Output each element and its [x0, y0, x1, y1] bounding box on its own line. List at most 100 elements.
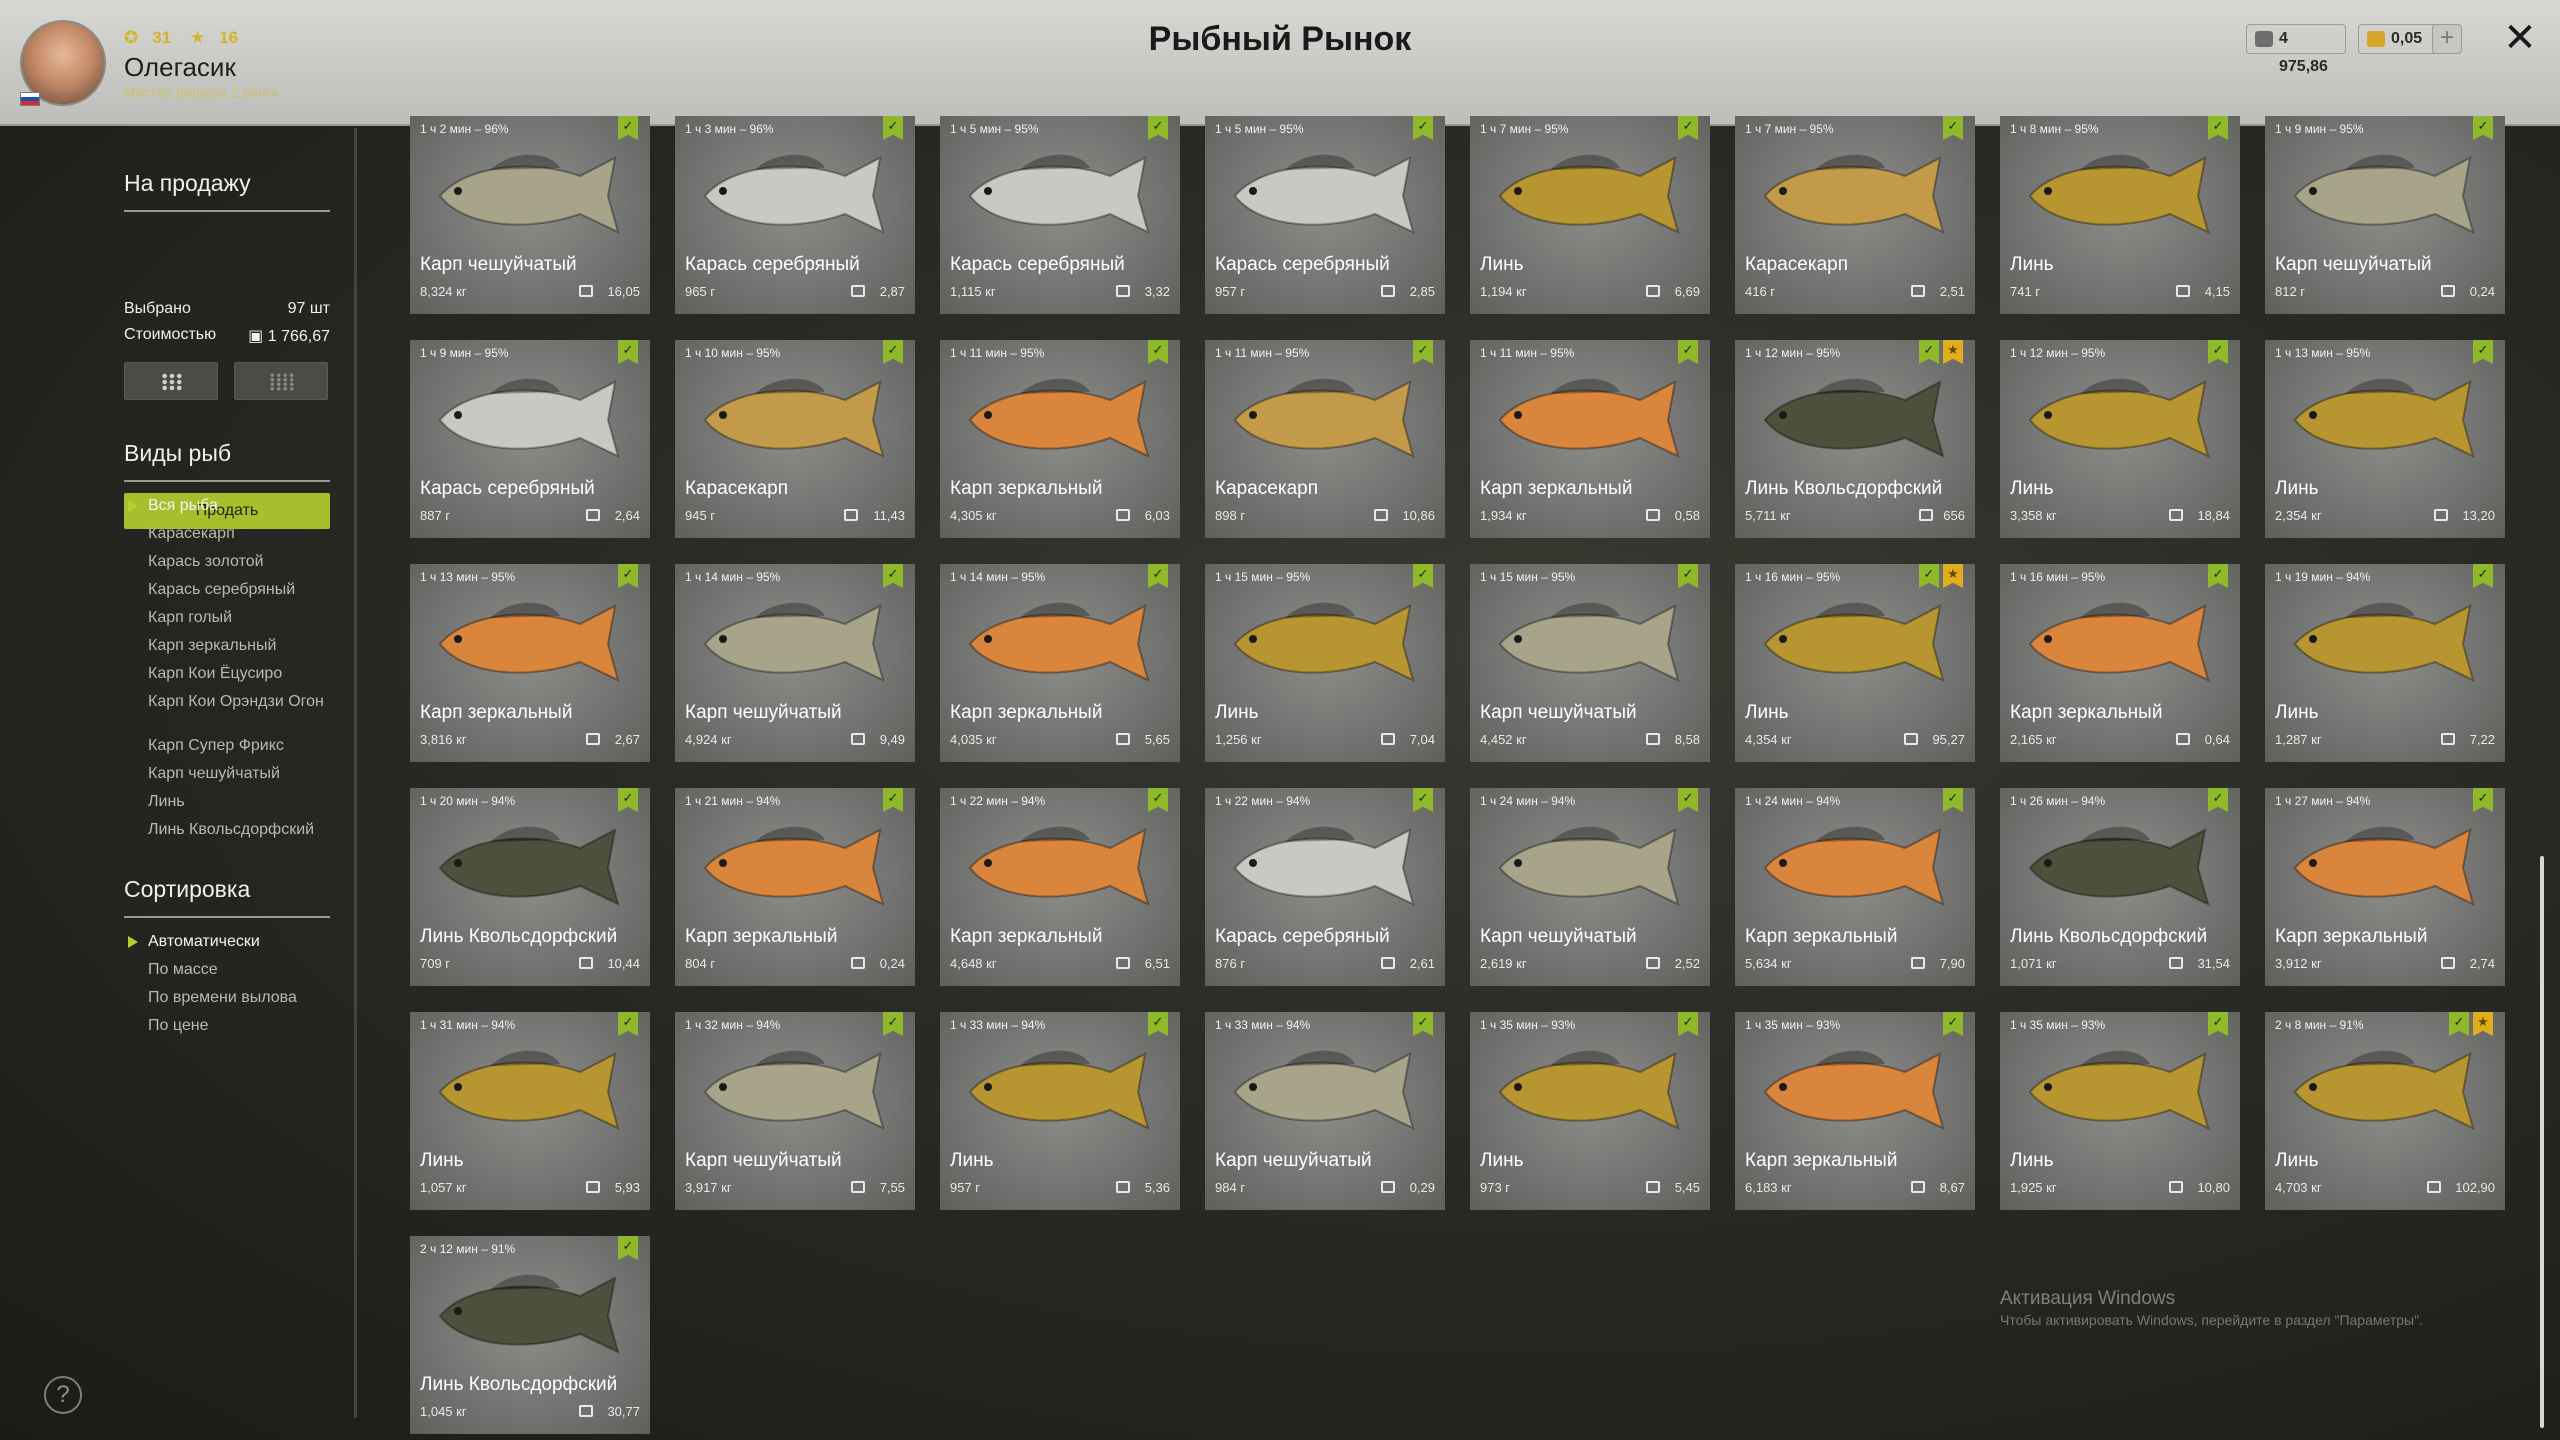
species-filter-item[interactable]: Карп Кои Ёцусиро [124, 660, 354, 688]
fish-card[interactable]: 1 ч 10 мин – 95% Карасекарп 945 г 11,43 ✓ [675, 340, 915, 538]
fish-card[interactable]: 1 ч 22 мин – 94% Карп зеркальный 4,648 кг 6… [940, 788, 1180, 986]
sidebar-scrollbar[interactable] [354, 128, 357, 1418]
fish-image [1498, 826, 1680, 906]
sort-option-item[interactable]: По массе [124, 956, 354, 984]
fish-card[interactable]: 1 ч 12 мин – 95% Линь 3,358 кг 18,84 ✓ [2000, 340, 2240, 538]
fish-card[interactable]: 1 ч 5 мин – 95% Карась серебряный 957 г 2,8… [1205, 116, 1445, 314]
sort-option-item[interactable]: По времени вылова [124, 984, 354, 1012]
fish-card[interactable]: 1 ч 11 мин – 95% Карасекарп 898 г 10,86 ✓ [1205, 340, 1445, 538]
fish-card[interactable]: 1 ч 13 мин – 95% Линь 2,354 кг 13,20 ✓ [2265, 340, 2505, 538]
close-button[interactable]: ✕ [2500, 18, 2540, 58]
fish-card[interactable]: 1 ч 33 мин – 94% Линь 957 г 5,36 ✓ [940, 1012, 1180, 1210]
fish-card[interactable]: 1 ч 33 мин – 94% Карп чешуйчатый 984 г 0,29… [1205, 1012, 1445, 1210]
fish-card[interactable]: 1 ч 3 мин – 96% Карась серебряный 965 г 2,8… [675, 116, 915, 314]
windows-activation-text: Чтобы активировать Windows, перейдите в … [2000, 1312, 2423, 1328]
fish-image [703, 378, 885, 458]
species-filter-item[interactable]: Вся рыба [124, 492, 354, 520]
fish-card[interactable]: 1 ч 22 мин – 94% Карась серебряный 876 г 2,… [1205, 788, 1445, 986]
fish-card[interactable]: 1 ч 24 мин – 94% Карп зеркальный 5,634 кг 7… [1735, 788, 1975, 986]
fish-card[interactable]: 1 ч 20 мин – 94% Линь Квольсдорфский 709 г… [410, 788, 650, 986]
fish-card[interactable]: 1 ч 21 мин – 94% Карп зеркальный 804 г 0,24… [675, 788, 915, 986]
species-filter-item[interactable]: Карась серебряный [124, 576, 354, 604]
species-filter-item[interactable]: Карп зеркальный [124, 632, 354, 660]
fish-card[interactable]: 2 ч 12 мин – 91% Линь Квольсдорфский 1,045… [410, 1236, 650, 1434]
species-filter-item[interactable]: Карп чешуйчатый [124, 760, 354, 788]
fish-card[interactable]: 1 ч 32 мин – 94% Карп чешуйчатый 3,917 кг 7… [675, 1012, 915, 1210]
species-filter-item[interactable]: Карасекарп [124, 520, 354, 548]
fish-card[interactable]: 1 ч 35 мин – 93% Карп зеркальный 6,183 кг 8… [1735, 1012, 1975, 1210]
catch-time: 1 ч 35 мин – 93% [1480, 1018, 1576, 1032]
fish-card[interactable]: 1 ч 7 мин – 95% Карасекарп 416 г 2,51 ✓ [1735, 116, 1975, 314]
catch-time: 1 ч 7 мин – 95% [1745, 122, 1834, 136]
fish-card[interactable]: 1 ч 35 мин – 93% Линь 1,925 кг 10,80 ✓ [2000, 1012, 2240, 1210]
fish-card[interactable]: 1 ч 12 мин – 95% Линь Квольсдорфский 5,711… [1735, 340, 1975, 538]
fish-card[interactable]: 1 ч 27 мин – 94% Карп зеркальный 3,912 кг 2… [2265, 788, 2505, 986]
fish-image [1498, 1050, 1680, 1130]
large-grid-icon [161, 373, 183, 391]
fish-card[interactable]: 1 ч 7 мин – 95% Линь 1,194 кг 6,69 ✓ [1470, 116, 1710, 314]
fish-card[interactable]: 1 ч 14 мин – 95% Карп зеркальный 4,035 кг 5… [940, 564, 1180, 762]
fish-card[interactable]: 1 ч 35 мин – 93% Линь 973 г 5,45 ✓ [1470, 1012, 1710, 1210]
fish-card[interactable]: 1 ч 11 мин – 95% Карп зеркальный 1,934 кг 0… [1470, 340, 1710, 538]
species-filter-item[interactable]: Карп Супер Фрикс [124, 732, 354, 760]
silver-balance: 4 975,86 [2246, 24, 2346, 75]
fish-card[interactable]: 1 ч 14 мин – 95% Карп чешуйчатый 4,924 кг 9… [675, 564, 915, 762]
divider [124, 916, 330, 918]
species-filter-item[interactable]: Карп голый [124, 604, 354, 632]
fish-price: 3,32 [1144, 284, 1170, 299]
catch-time: 1 ч 12 мин – 95% [2010, 346, 2106, 360]
fish-card[interactable]: 1 ч 8 мин – 95% Линь 741 г 4,15 ✓ [2000, 116, 2240, 314]
scrollbar-thumb[interactable] [2540, 856, 2544, 1428]
fish-image [438, 826, 620, 906]
silver-coin-icon [1116, 509, 1130, 521]
catch-time: 1 ч 10 мин – 95% [685, 346, 781, 360]
large-grid-view-button[interactable] [124, 362, 218, 400]
fish-card[interactable]: 1 ч 15 мин – 95% Линь 1,256 кг 7,04 ✓ [1205, 564, 1445, 762]
fish-weight: 898 г [1215, 508, 1246, 523]
fish-card[interactable]: 1 ч 9 мин – 95% Карп чешуйчатый 812 г 0,24 ✓ [2265, 116, 2505, 314]
sort-option-item[interactable]: Автоматически [124, 928, 354, 956]
fish-image [1763, 602, 1945, 682]
catch-time: 1 ч 35 мин – 93% [1745, 1018, 1841, 1032]
fish-image [2028, 378, 2210, 458]
fish-card[interactable]: 1 ч 13 мин – 95% Карп зеркальный 3,816 кг 2… [410, 564, 650, 762]
fish-price: 6,69 [1674, 284, 1700, 299]
help-button[interactable]: ? [44, 1376, 82, 1414]
fish-price: 10,44 [607, 956, 640, 971]
fish-weight: 3,358 кг [2010, 508, 2057, 523]
fish-image [968, 602, 1150, 682]
fish-price: 102,90 [2455, 1180, 2495, 1195]
fish-weight: 3,816 кг [420, 732, 467, 747]
fish-weight: 4,924 кг [685, 732, 732, 747]
fish-card[interactable]: 1 ч 15 мин – 95% Карп чешуйчатый 4,452 кг 8… [1470, 564, 1710, 762]
species-filter-item[interactable]: Линь Квольсдорфский [124, 816, 354, 860]
main-scrollbar[interactable] [2540, 128, 2544, 1428]
add-currency-button[interactable]: + [2432, 24, 2462, 54]
fish-card[interactable]: 2 ч 8 мин – 91% Линь 4,703 кг 102,90 ✓ ★ [2265, 1012, 2505, 1210]
species-filter-item[interactable]: Карп Кои Орэндзи Огон [124, 688, 354, 732]
silver-coin-icon [1919, 509, 1933, 521]
silver-coin-icon [1911, 285, 1925, 297]
fish-card[interactable]: 1 ч 5 мин – 95% Карась серебряный 1,115 кг… [940, 116, 1180, 314]
fish-price: 31,54 [2197, 956, 2230, 971]
fish-weight: 5,634 кг [1745, 956, 1792, 971]
species-filter-item[interactable]: Линь [124, 788, 354, 816]
catch-time: 1 ч 26 мин – 94% [2010, 794, 2106, 808]
fish-card[interactable]: 1 ч 2 мин – 96% Карп чешуйчатый 8,324 кг 16… [410, 116, 650, 314]
fish-card[interactable]: 1 ч 11 мин – 95% Карп зеркальный 4,305 кг 6… [940, 340, 1180, 538]
fish-price: 5,36 [1144, 1180, 1170, 1195]
fish-card[interactable]: 1 ч 16 мин – 95% Линь 4,354 кг 95,27 ✓ ★ [1735, 564, 1975, 762]
fish-image [2293, 826, 2475, 906]
fish-card[interactable]: 1 ч 9 мин – 95% Карась серебряный 887 г 2,6… [410, 340, 650, 538]
species-filter-item[interactable]: Карась золотой [124, 548, 354, 576]
silver-coin-icon [2255, 31, 2273, 47]
sort-option-item[interactable]: По цене [124, 1012, 354, 1040]
fish-card[interactable]: 1 ч 19 мин – 94% Линь 1,287 кг 7,22 ✓ [2265, 564, 2505, 762]
player-rank-title: Мастер фидера 2 ранга [124, 84, 279, 100]
fish-card[interactable]: 1 ч 31 мин – 94% Линь 1,057 кг 5,93 ✓ [410, 1012, 650, 1210]
fish-weight: 973 г [1480, 1180, 1511, 1195]
fish-card[interactable]: 1 ч 24 мин – 94% Карп чешуйчатый 2,619 кг 2… [1470, 788, 1710, 986]
fish-card[interactable]: 1 ч 26 мин – 94% Линь Квольсдорфский 1,071… [2000, 788, 2240, 986]
fish-card[interactable]: 1 ч 16 мин – 95% Карп зеркальный 2,165 кг 0… [2000, 564, 2240, 762]
small-grid-view-button[interactable] [234, 362, 328, 400]
